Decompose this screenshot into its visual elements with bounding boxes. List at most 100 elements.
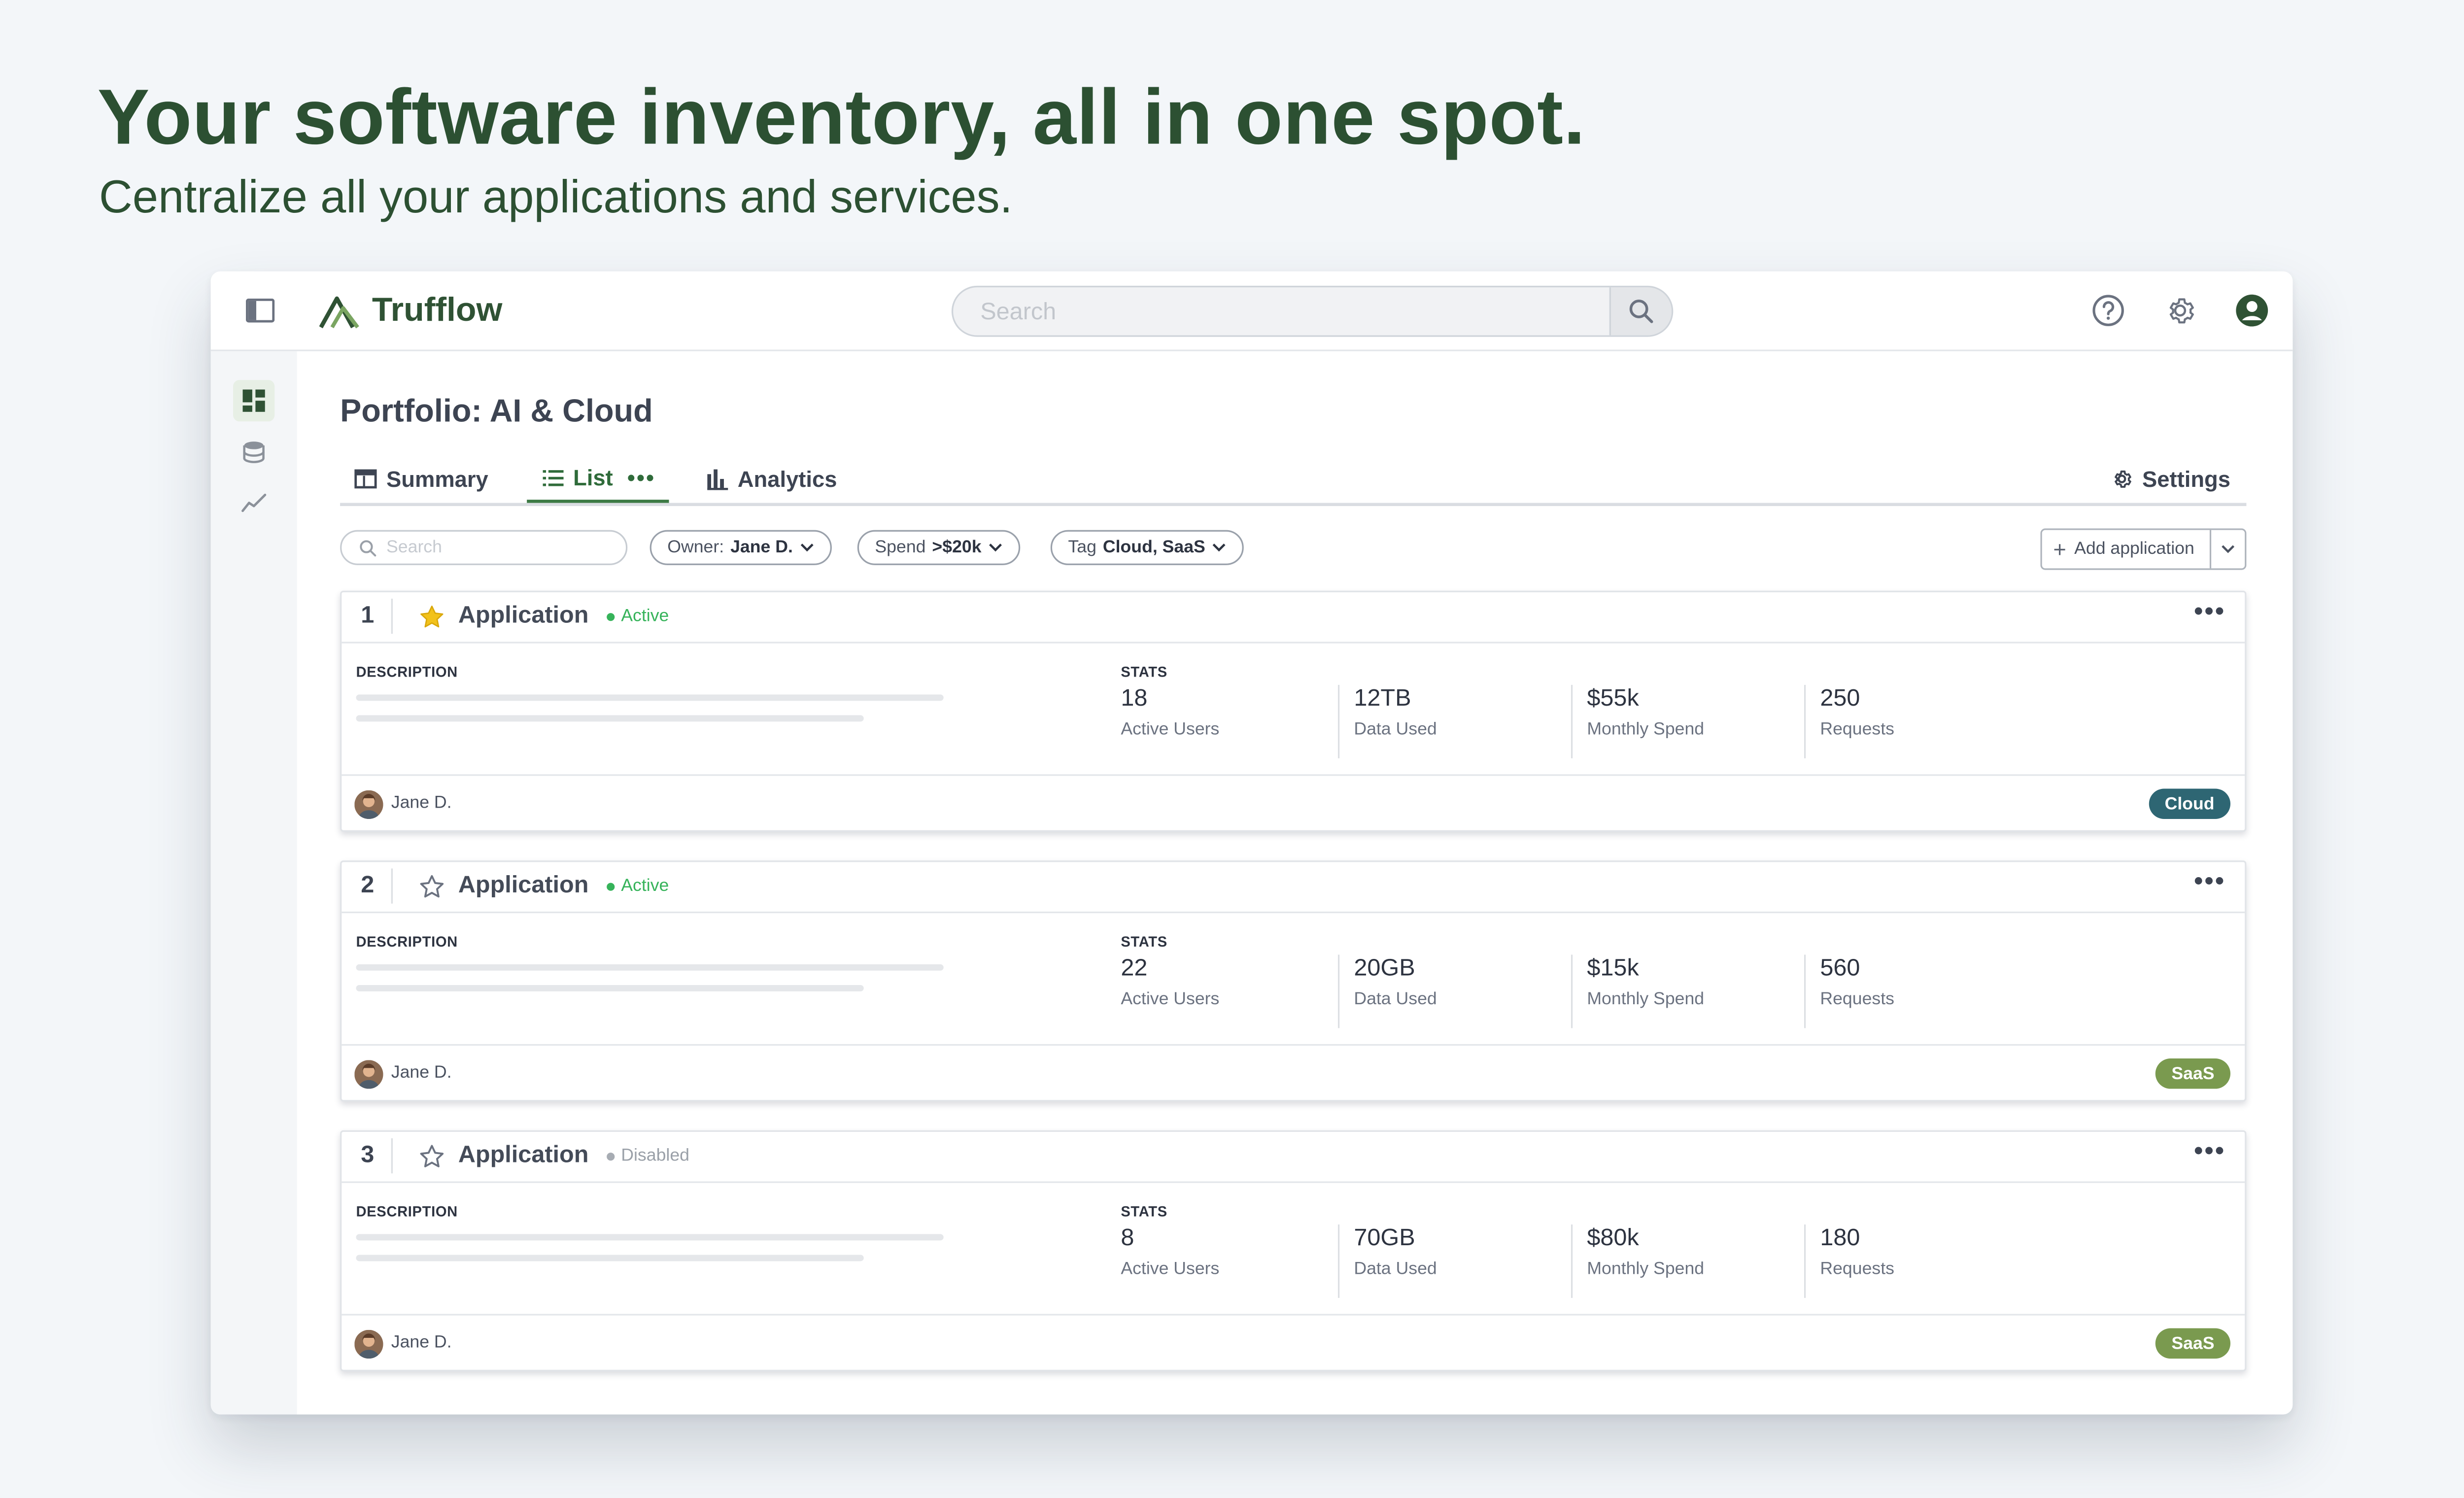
description-placeholder-line (356, 715, 864, 722)
avatar (354, 1060, 383, 1089)
settings-label: Settings (2142, 466, 2231, 492)
gear-icon[interactable] (2163, 294, 2197, 327)
gear-icon (2114, 470, 2131, 488)
chevron-down-icon (989, 544, 1002, 552)
description-placeholder-line (356, 1255, 864, 1261)
search-icon (360, 539, 376, 556)
stat-label: Data Used (1354, 720, 1437, 740)
user-circle-icon[interactable] (2235, 294, 2269, 327)
stat-label: Active Users (1121, 989, 1220, 1009)
card-number: 2 (361, 871, 375, 899)
owner-name: Jane D. (391, 793, 452, 813)
status-label: Active (621, 607, 669, 626)
card-title[interactable]: Application (458, 872, 589, 899)
application-card[interactable]: 1 Application Active ••• DESCRIPTION STA… (340, 590, 2247, 833)
add-application-menu-button[interactable] (2211, 530, 2245, 569)
tag-pill[interactable]: SaaS (2155, 1328, 2231, 1359)
global-search-input[interactable] (953, 287, 1611, 336)
tag-pill[interactable]: SaaS (2155, 1058, 2231, 1089)
rail-trends[interactable] (233, 482, 274, 523)
tab-summary[interactable]: Summary (354, 455, 488, 503)
list-icon (543, 469, 564, 485)
app-window: Trufflow Search Portfolio: AI & Cloud Su… (210, 271, 2293, 1415)
description-placeholder-line (356, 964, 944, 971)
page-title: Portfolio: AI & Cloud (340, 394, 653, 430)
rail-database[interactable] (233, 431, 274, 473)
help-icon[interactable] (2091, 294, 2125, 327)
stat-label: Requests (1820, 1260, 1894, 1279)
description-placeholder-line (356, 694, 944, 701)
stat-label: Monthly Spend (1587, 1260, 1705, 1279)
add-application-button[interactable]: + Add application (2042, 530, 2212, 569)
app-logo[interactable]: Trufflow (319, 292, 502, 331)
list-search (340, 530, 628, 565)
settings-button[interactable]: Settings (2110, 455, 2230, 503)
left-rail (210, 351, 297, 1415)
card-footer: Jane D. Cloud (342, 774, 2245, 833)
star-outline-icon[interactable] (418, 873, 445, 900)
card-header: 3 Application Disabled ••• (342, 1132, 2245, 1183)
divider (391, 868, 393, 904)
status-label: Active (621, 876, 669, 896)
stat-value: 180 (1820, 1224, 1860, 1252)
bar-chart-icon (707, 468, 728, 489)
divider (1804, 954, 1806, 1028)
divider (1571, 684, 1573, 758)
divider (1571, 1224, 1573, 1298)
tag-filter[interactable]: Tag Cloud, SaaS (1050, 530, 1244, 565)
stat-value: 250 (1820, 684, 1860, 712)
more-options-button[interactable]: ••• (2194, 600, 2225, 625)
tab-analytics[interactable]: Analytics (707, 455, 837, 503)
stat-value: 20GB (1354, 954, 1415, 982)
description-label: DESCRIPTION (356, 1203, 458, 1220)
stat-value: 8 (1121, 1224, 1134, 1252)
search-button[interactable] (1609, 287, 1672, 336)
rail-dashboard[interactable] (233, 380, 275, 422)
more-options-button[interactable]: ••• (2194, 1139, 2225, 1165)
list-search-input[interactable] (386, 538, 610, 557)
application-card[interactable]: 2 Application Active ••• DESCRIPTION STA… (340, 860, 2247, 1102)
description-label: DESCRIPTION (356, 664, 458, 681)
star-outline-icon[interactable] (418, 1143, 445, 1170)
spend-filter-label: Spend (875, 538, 926, 557)
app-name: Trufflow (372, 292, 503, 329)
stat-value: 18 (1121, 684, 1148, 712)
table-icon (354, 469, 377, 489)
card-number: 1 (361, 602, 375, 629)
tag-filter-value: Cloud, SaaS (1102, 538, 1205, 557)
divider (1804, 684, 1806, 758)
database-icon (243, 441, 265, 463)
owner-filter-label: Owner: (667, 538, 724, 557)
divider (1337, 954, 1340, 1028)
stat-requests: 180 Requests (1820, 1225, 1894, 1298)
hero-subtitle: Centralize all your applications and ser… (99, 172, 1013, 224)
global-search (951, 285, 1674, 337)
star-filled-icon[interactable] (418, 604, 445, 631)
sidebar-toggle-icon[interactable] (245, 298, 275, 323)
add-application-split-button: + Add application (2040, 528, 2247, 570)
card-title[interactable]: Application (458, 1141, 589, 1168)
application-card[interactable]: 3 Application Disabled ••• DESCRIPTION S… (340, 1130, 2247, 1371)
stat-label: Active Users (1121, 720, 1220, 740)
owner-filter-value: Jane D. (730, 538, 793, 557)
status-badge: Disabled (607, 1146, 689, 1165)
stat-data-used: 12TB Data Used (1354, 685, 1437, 758)
more-options-button[interactable]: ••• (2194, 869, 2225, 895)
spend-filter-value: >$20k (932, 538, 982, 557)
tab-list[interactable]: List ••• (527, 455, 669, 503)
divider (391, 598, 393, 634)
stat-label: Active Users (1121, 1260, 1220, 1279)
tag-pill[interactable]: Cloud (2149, 788, 2231, 819)
spend-filter[interactable]: Spend >$20k (857, 530, 1020, 565)
stat-value: 12TB (1354, 684, 1411, 712)
owner-filter[interactable]: Owner: Jane D. (650, 530, 831, 565)
status-badge: Active (607, 607, 669, 626)
stat-value: 22 (1121, 954, 1148, 982)
card-title[interactable]: Application (458, 602, 589, 629)
owner-name: Jane D. (391, 1333, 452, 1353)
status-badge: Active (607, 877, 669, 896)
trend-chart-icon (241, 493, 267, 512)
tab-list-more-button[interactable]: ••• (627, 465, 655, 490)
stat-value: $15k (1587, 954, 1639, 982)
status-dot (607, 882, 615, 890)
